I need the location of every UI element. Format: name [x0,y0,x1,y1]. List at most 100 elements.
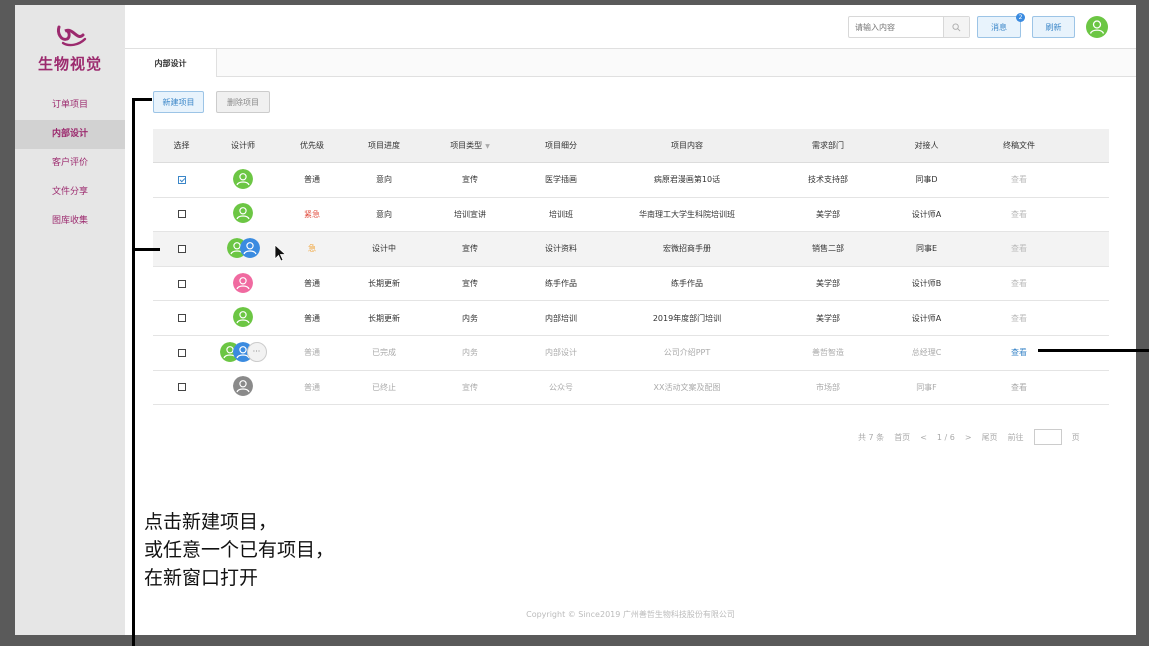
brand-name: 生物视觉 [37,55,102,73]
view-file-link[interactable]: 查看 [969,174,1069,185]
header-final-file: 终稿文件 [1003,141,1035,150]
subtype-cell: 内部设计 [545,348,577,358]
dept-cell: 美学部 [816,279,840,289]
new-project-button[interactable]: 新建项目 [153,91,204,113]
designer-avatars: ··· [219,341,267,362]
page-jump-input[interactable] [1033,429,1062,445]
designer-avatar-icon [233,203,253,224]
row-checkbox[interactable] [177,314,186,323]
header-priority: 优先级 [300,141,324,150]
dept-cell: 善哲智造 [812,348,844,358]
header-contact: 对接人 [914,141,939,150]
annotation-line [132,248,160,251]
content-cell: 2019年度部门培训 [652,313,722,323]
content-cell: 公司介绍PPT [663,348,711,358]
annotation-text: 点击新建项目， 或任意一个已有项目， 在新窗口打开 [144,508,334,592]
priority-cell: 普通 [304,313,320,323]
sidebar-item-orders[interactable]: 订单项目 [15,91,125,120]
view-file-link[interactable]: 查看 [969,278,1069,289]
table-row[interactable]: 普通 已终止 宣传 公众号 XX活动文案及配图 市场部 同事F 查看 [153,370,1109,406]
type-cell: 宣传 [462,175,478,185]
priority-cell: 普通 [304,348,320,358]
annotation-line-1: 点击新建项目， [144,511,278,533]
contact-cell: 设计师B [911,279,942,289]
row-checkbox[interactable] [177,279,186,288]
sidebar-item-internal-design[interactable]: 内部设计 [15,120,125,149]
type-cell: 宣传 [462,382,478,392]
row-checkbox[interactable] [177,244,186,253]
view-file-link[interactable]: 查看 [969,313,1069,324]
search-box [848,16,970,38]
sidebar: 生物视觉 订单项目 内部设计 客户评价 文件分享 图库收集 [15,5,125,635]
table-row[interactable]: ··· 普通 已完成 内务 内部设计 公司介绍PPT 善哲智造 总经理C 查看 [153,335,1109,371]
subtype-cell: 培训班 [549,209,573,219]
view-file-link[interactable]: 查看 [969,382,1069,393]
more-designers-icon[interactable]: ··· [246,341,267,362]
pager-next[interactable]: > [965,433,972,442]
annotation-line [1038,349,1149,352]
designer-avatars [233,307,253,328]
contact-cell: 同事F [916,382,937,392]
header-progress: 项目进度 [368,141,400,150]
progress-cell: 意向 [376,209,392,219]
row-checkbox[interactable] [177,348,186,357]
header-select: 选择 [173,141,190,150]
table-row[interactable]: 急 设计中 宣传 设计资料 宏微招商手册 销售二部 同事E 查看 [153,232,1109,267]
progress-cell: 已完成 [372,348,396,358]
table-row[interactable]: 普通 意向 宣传 医学插画 病原君漫画第10话 技术支持部 同事D 查看 [153,163,1109,198]
subtype-cell: 设计资料 [545,244,577,254]
table-header: 选择 设计师 优先级 项目进度 项目类型 ▼ 项目细分 项目内容 需求部门 对接人… [153,129,1109,163]
row-checkbox[interactable] [177,175,186,184]
search-input[interactable] [849,17,943,37]
sidebar-item-reviews[interactable]: 客户评价 [15,149,125,178]
dept-cell: 市场部 [816,382,840,392]
progress-cell: 设计中 [372,244,396,254]
top-bar: 消息 2 刷新 [125,5,1136,49]
progress-cell: 意向 [376,175,392,185]
search-button[interactable] [943,17,969,37]
header-type[interactable]: 项目类型 ▼ [420,140,520,151]
sort-down-icon: ▼ [485,143,490,150]
progress-cell: 已终止 [372,382,396,392]
pager-first[interactable]: 首页 [894,432,910,443]
header-subtype: 项目细分 [545,141,577,150]
mouse-cursor-icon [274,244,287,262]
table-row[interactable]: 普通 长期更新 宣传 练手作品 练手作品 美学部 设计师B 查看 [153,266,1109,302]
priority-cell: 普通 [304,279,320,289]
row-checkbox[interactable] [177,210,186,219]
view-file-link[interactable]: 查看 [969,209,1069,220]
header-type-label: 项目类型 [450,141,483,150]
contact-cell: 同事D [915,175,938,185]
subtype-cell: 医学插画 [545,175,577,185]
content-cell: 练手作品 [671,279,703,289]
designer-avatars [233,203,253,224]
refresh-label: 刷新 [1045,22,1062,32]
pager-prev[interactable]: < [920,433,927,442]
tab-internal-design[interactable]: 内部设计 [125,49,217,77]
designer-avatars [233,272,253,293]
annotation-line [132,98,135,646]
header-content: 项目内容 [671,141,703,150]
user-avatar-icon[interactable] [1086,16,1108,38]
progress-cell: 长期更新 [368,313,400,323]
designer-avatar-icon [239,237,260,258]
refresh-button[interactable]: 刷新 [1032,16,1075,38]
sidebar-item-gallery[interactable]: 图库收集 [15,207,125,236]
table-row[interactable]: 紧急 意向 培训宣讲 培训班 华南理工大学生科院培训班 美学部 设计师A 查看 [153,197,1109,233]
pager-goto-label: 前往 [1007,432,1024,442]
row-checkbox[interactable] [177,383,186,392]
brand-logo-icon [57,25,87,47]
table-row[interactable]: 普通 长期更新 内务 内部培训 2019年度部门培训 美学部 设计师A 查看 [153,301,1109,336]
pager-last[interactable]: 尾页 [982,432,998,443]
delete-project-button[interactable]: 删除项目 [216,91,270,113]
designer-avatar-icon [233,272,253,293]
sidebar-item-file-share[interactable]: 文件分享 [15,178,125,207]
tab-bar: 内部设计 [125,49,1136,77]
progress-cell: 长期更新 [368,279,400,289]
type-cell: 宣传 [462,244,478,254]
messages-button[interactable]: 消息 [977,16,1021,38]
contact-cell: 设计师A [911,313,942,323]
pager-current: 1 / 6 [936,432,955,442]
view-file-link[interactable]: 查看 [969,243,1069,254]
dept-cell: 美学部 [816,313,840,323]
